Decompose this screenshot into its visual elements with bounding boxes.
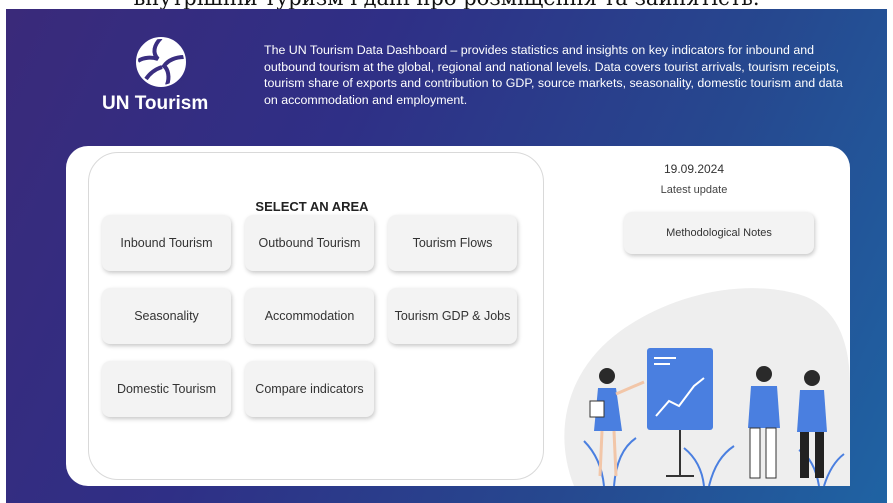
- latest-update-date: 19.09.2024: [663, 162, 725, 176]
- dashboard-banner: UN Tourism The UN Tourism Data Dashboard…: [6, 9, 887, 503]
- domestic-tourism-button[interactable]: Domestic Tourism: [102, 361, 231, 417]
- people-presentation-illustration: [564, 288, 850, 486]
- methodological-notes-button[interactable]: Methodological Notes: [624, 212, 814, 254]
- accommodation-button[interactable]: Accommodation: [245, 288, 374, 344]
- tourism-flows-button[interactable]: Tourism Flows: [388, 215, 517, 271]
- tourism-gdp-jobs-button[interactable]: Tourism GDP & Jobs: [388, 288, 517, 344]
- un-tourism-logo-icon: [136, 36, 186, 87]
- un-tourism-logo[interactable]: UN Tourism: [102, 35, 222, 125]
- latest-update-label: Latest update: [660, 184, 728, 196]
- seasonality-button[interactable]: Seasonality: [102, 288, 231, 344]
- brand-name: UN Tourism: [102, 93, 209, 114]
- outbound-tourism-button[interactable]: Outbound Tourism: [245, 215, 374, 271]
- dashboard-description: The UN Tourism Data Dashboard – provides…: [264, 43, 843, 107]
- inbound-tourism-button[interactable]: Inbound Tourism: [102, 215, 231, 271]
- compare-indicators-button[interactable]: Compare indicators: [245, 361, 374, 417]
- right-info-area: 19.09.2024 Latest update Methodological …: [544, 146, 850, 486]
- area-selection-title: SELECT AN AREA: [255, 199, 369, 214]
- main-card: SELECT AN AREA Inbound Tourism Outbound …: [66, 146, 850, 486]
- area-selection-panel: SELECT AN AREA Inbound Tourism Outbound …: [88, 152, 544, 480]
